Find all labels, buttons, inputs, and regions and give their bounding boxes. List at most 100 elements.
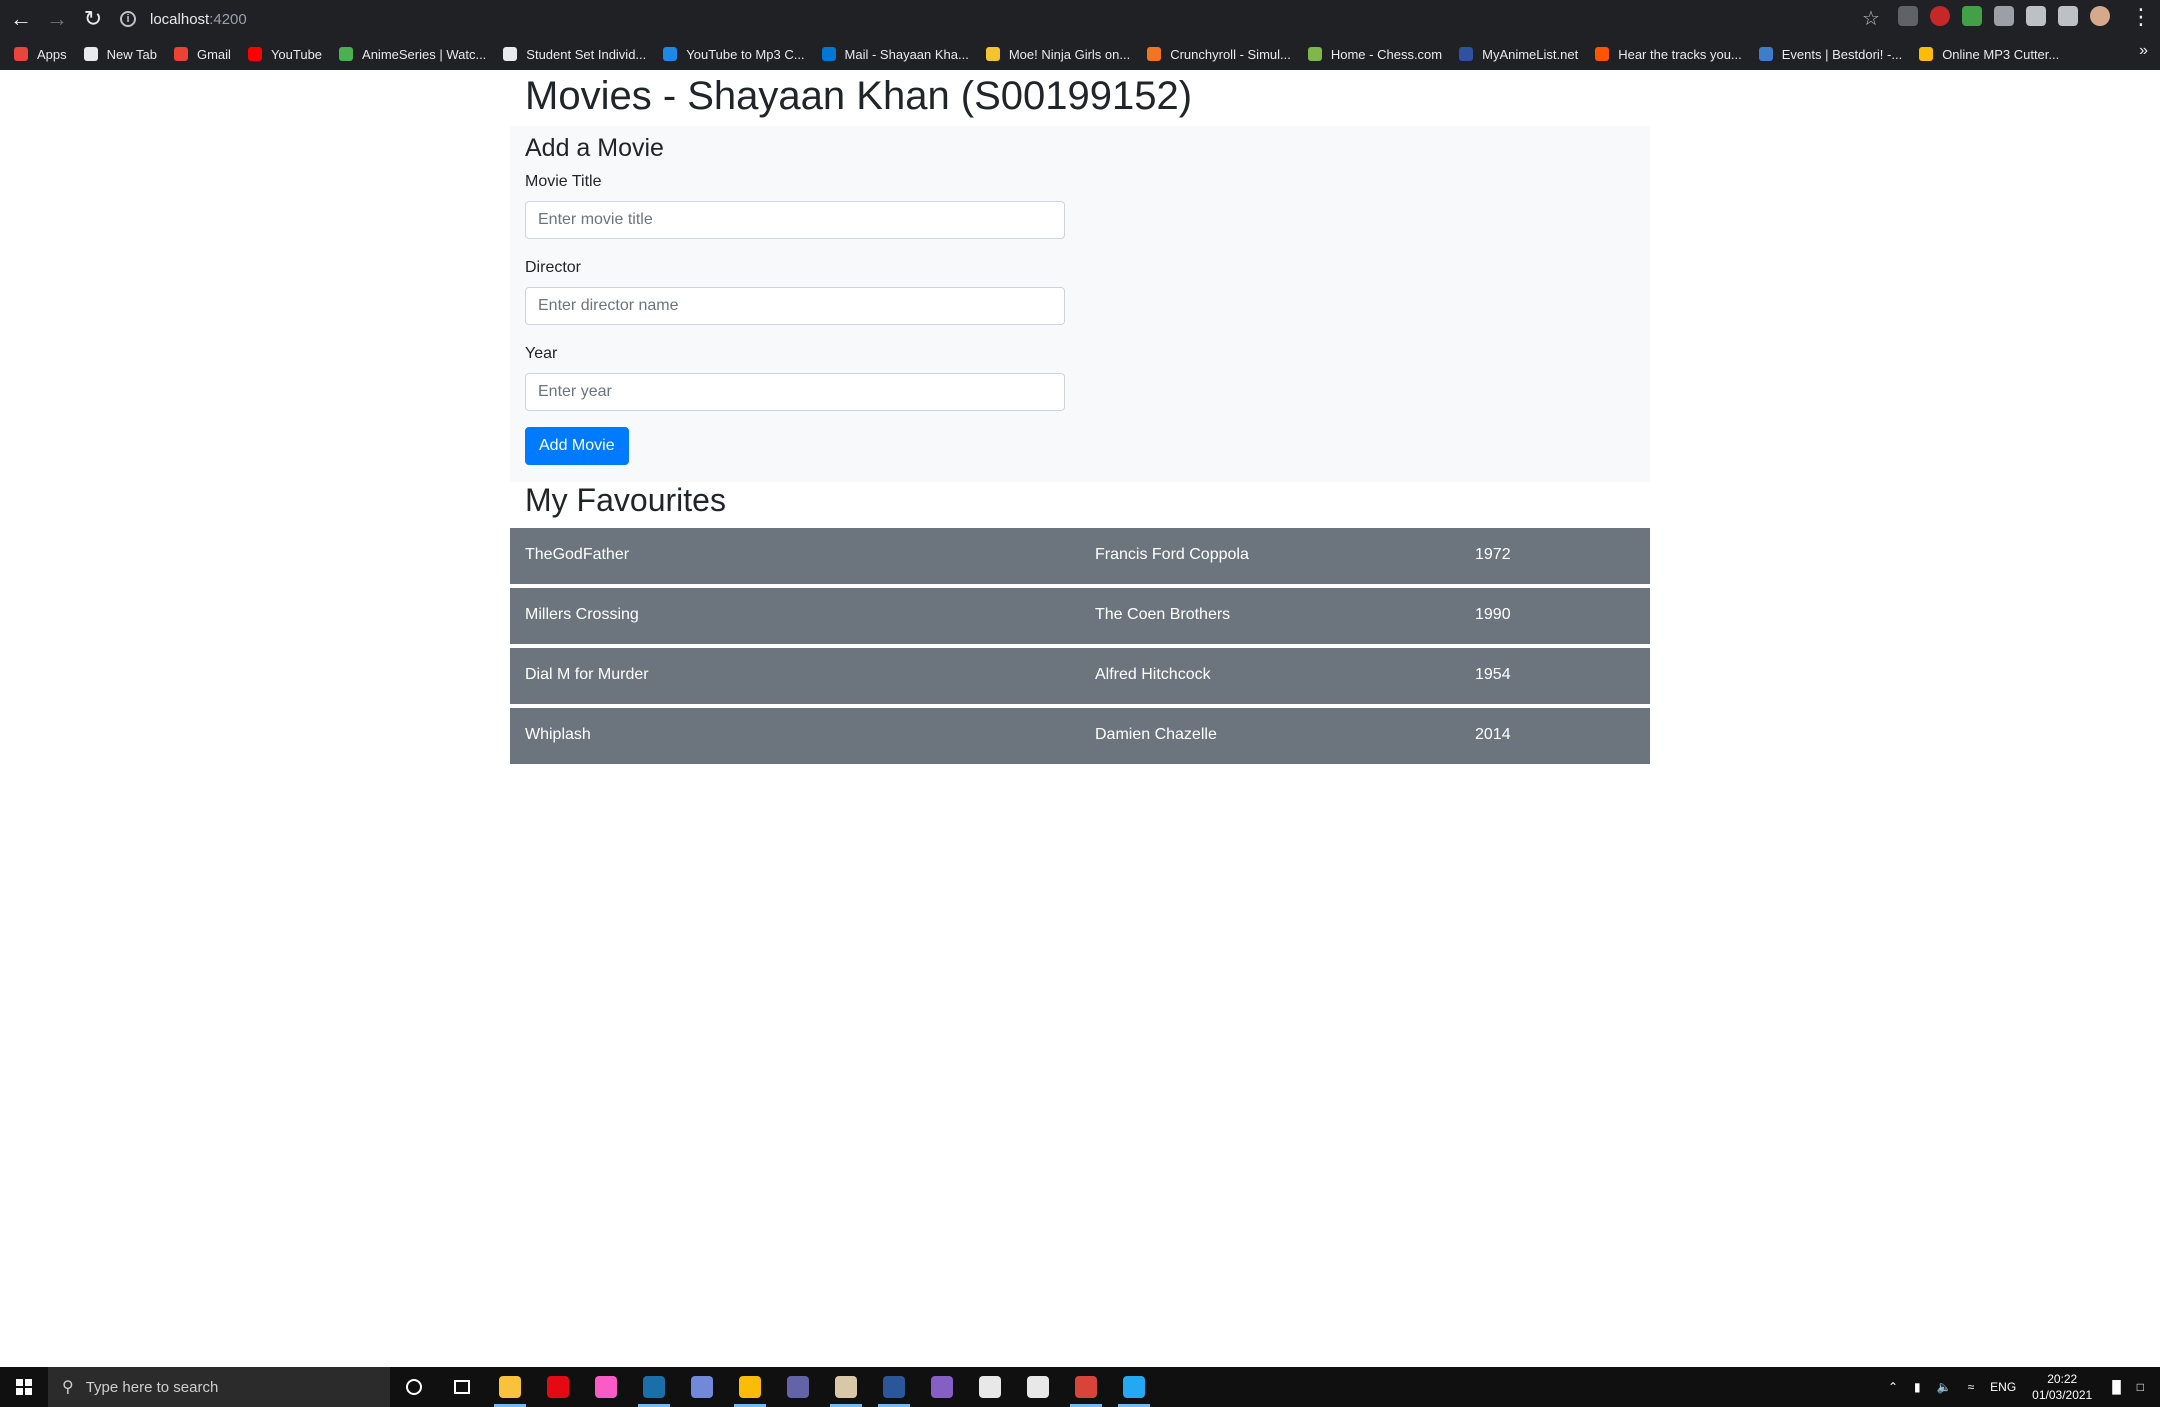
favourite-row[interactable]: Millers Crossing The Coen Brothers 1990 [510,588,1650,644]
movie-title: Whiplash [525,726,591,743]
notifications-icon[interactable]: □ [2137,1380,2144,1394]
url-text: localhost:4200 [150,10,247,28]
bookmark-item[interactable]: Hear the tracks you... [1595,47,1742,62]
taskbar-search[interactable]: ⚲ Type here to search [48,1367,390,1407]
taskbar-search-placeholder: Type here to search [85,1378,219,1396]
extension-green-icon[interactable] [1962,6,1982,26]
chrome-icon[interactable] [726,1367,774,1407]
media-playlist-icon[interactable] [2058,6,2078,26]
search-icon: ⚲ [62,1379,74,1396]
movie-director: Damien Chazelle [1095,726,1217,743]
wifi-icon[interactable]: ≈ [1968,1380,1975,1394]
address-bar[interactable]: i localhost:4200 [112,5,1902,33]
tray-chevron-icon[interactable]: ⌃ [1888,1380,1898,1394]
bookmark-item[interactable]: Crunchyroll - Simul... [1147,47,1291,62]
netflix-icon[interactable] [534,1367,582,1407]
language-indicator[interactable]: ENG [1990,1380,2016,1394]
add-movie-form: Add a Movie Movie Title Director Year Ad… [510,126,1650,482]
bookmark-favicon-icon [1595,47,1610,61]
itunes-icon[interactable] [582,1367,630,1407]
browser-toolbar: ← → ↻ i localhost:4200 ☆ ⋮ [0,0,2160,38]
ublock-icon[interactable] [1930,6,1950,26]
browser-chrome: ← → ↻ i localhost:4200 ☆ ⋮ Apps New Tab Gm… [0,0,2160,70]
movie-year: 2014 [1475,726,1511,743]
steam-icon[interactable] [630,1367,678,1407]
cortana-icon[interactable] [390,1367,438,1407]
director-label: Director [525,259,582,276]
word-icon[interactable] [870,1367,918,1407]
volume-icon[interactable]: 🔈 [1937,1380,1952,1394]
movie-director: The Coen Brothers [1095,606,1231,623]
bookmark-item[interactable]: AnimeSeries | Watc... [339,47,486,62]
bookmark-item[interactable]: Gmail [173,47,231,62]
battery-icon[interactable]: ▮ [1914,1380,1921,1394]
bookmark-label: Online MP3 Cutter... [1942,46,2060,62]
discord-icon[interactable] [678,1367,726,1407]
onedrive-icon[interactable] [1014,1367,1062,1407]
favourite-row[interactable]: TheGodFather Francis Ford Coppola 1972 [510,528,1650,584]
bookmark-favicon-icon [1459,47,1474,61]
reload-icon[interactable]: ↻ [78,4,108,34]
puzzle-icon[interactable] [2026,6,2046,26]
movie-title: Dial M for Murder [525,666,649,683]
bookmark-item[interactable]: Home - Chess.com [1307,46,1443,62]
favourite-row[interactable]: Dial M for Murder Alfred Hitchcock 1954 [510,648,1650,704]
task-view-icon[interactable] [438,1367,486,1407]
game-launcher-icon[interactable] [822,1367,870,1407]
back-icon[interactable]: ← [6,4,36,34]
profile-avatar[interactable] [2090,6,2110,26]
bookmark-item[interactable]: YouTube to Mp3 C... [663,47,805,62]
bookmark-label: Home - Chess.com [1330,46,1443,62]
bookmark-label: YouTube [270,46,323,62]
bookmark-item[interactable]: Student Set Individ... [503,47,646,62]
movie-title: TheGodFather [525,546,630,563]
favourite-row[interactable]: Whiplash Damien Chazelle 2014 [510,708,1650,764]
windows-taskbar: ⚲ Type here to search ⌃ ▮ 🔈 ≈ ENG 20:22 … [0,1367,2160,1407]
movie-director: Francis Ford Coppola [1095,546,1249,563]
clock[interactable]: 20:22 01/03/2021 [2032,1371,2092,1403]
movie-director: Alfred Hitchcock [1095,666,1211,683]
bookmark-item[interactable]: Moe! Ninja Girls on... [985,47,1130,62]
bookmark-item[interactable]: Online MP3 Cutter... [1919,47,2059,62]
meter-icon[interactable]: █ [2112,1380,2121,1394]
menu-kebab-icon[interactable]: ⋮ [2130,4,2152,30]
year-input[interactable] [525,373,1065,411]
vscode-icon[interactable] [1110,1367,1158,1407]
bookmark-favicon-icon [247,47,262,61]
teams-icon[interactable] [774,1367,822,1407]
bookmark-favicon-icon [1919,47,1934,61]
movie-title-label: Movie Title [525,173,602,190]
bookmarks-overflow-icon[interactable]: » [2139,42,2148,60]
visual-studio-icon[interactable] [918,1367,966,1407]
info-icon[interactable]: i [120,11,136,27]
system-tray: ⌃ ▮ 🔈 ≈ ENG 20:22 01/03/2021 █ □ [1888,1367,2160,1407]
settings-icon[interactable] [966,1367,1014,1407]
add-movie-button[interactable]: Add Movie [525,427,629,465]
form-heading: Add a Movie [525,134,664,162]
bookmark-label: AnimeSeries | Watc... [362,46,487,62]
favourites-heading: My Favourites [525,482,726,518]
movie-title-input[interactable] [525,201,1065,239]
bookmark-favicon-icon [985,47,1000,61]
extensions-area [1898,6,2110,26]
bookmark-item[interactable]: MyAnimeList.net [1459,47,1578,62]
movie-title: Millers Crossing [525,606,639,623]
extension-glasses-icon[interactable] [1994,6,2014,26]
favourites-list: TheGodFather Francis Ford Coppola 1972 M… [510,528,1650,768]
extension-help-icon[interactable] [1898,6,1918,26]
bookmark-favicon-icon [1758,47,1773,61]
forward-icon[interactable]: → [42,4,72,34]
bookmark-favicon-icon [339,47,354,61]
windows-start-icon[interactable] [0,1367,48,1407]
bookmark-item[interactable]: Mail - Shayaan Kha... [821,47,969,62]
file-explorer-icon[interactable] [486,1367,534,1407]
director-input[interactable] [525,287,1065,325]
bookmark-label: Crunchyroll - Simul... [1170,46,1291,62]
bookmark-item[interactable]: Events | Bestdori! -... [1758,47,1902,62]
bookmark-item[interactable]: Apps [14,47,67,62]
bookmark-star-icon[interactable]: ☆ [1862,6,1880,31]
bookmark-label: New Tab [106,46,157,62]
bookmark-item[interactable]: New Tab [83,46,157,62]
app-red-icon[interactable] [1062,1367,1110,1407]
bookmark-item[interactable]: YouTube [247,46,323,62]
